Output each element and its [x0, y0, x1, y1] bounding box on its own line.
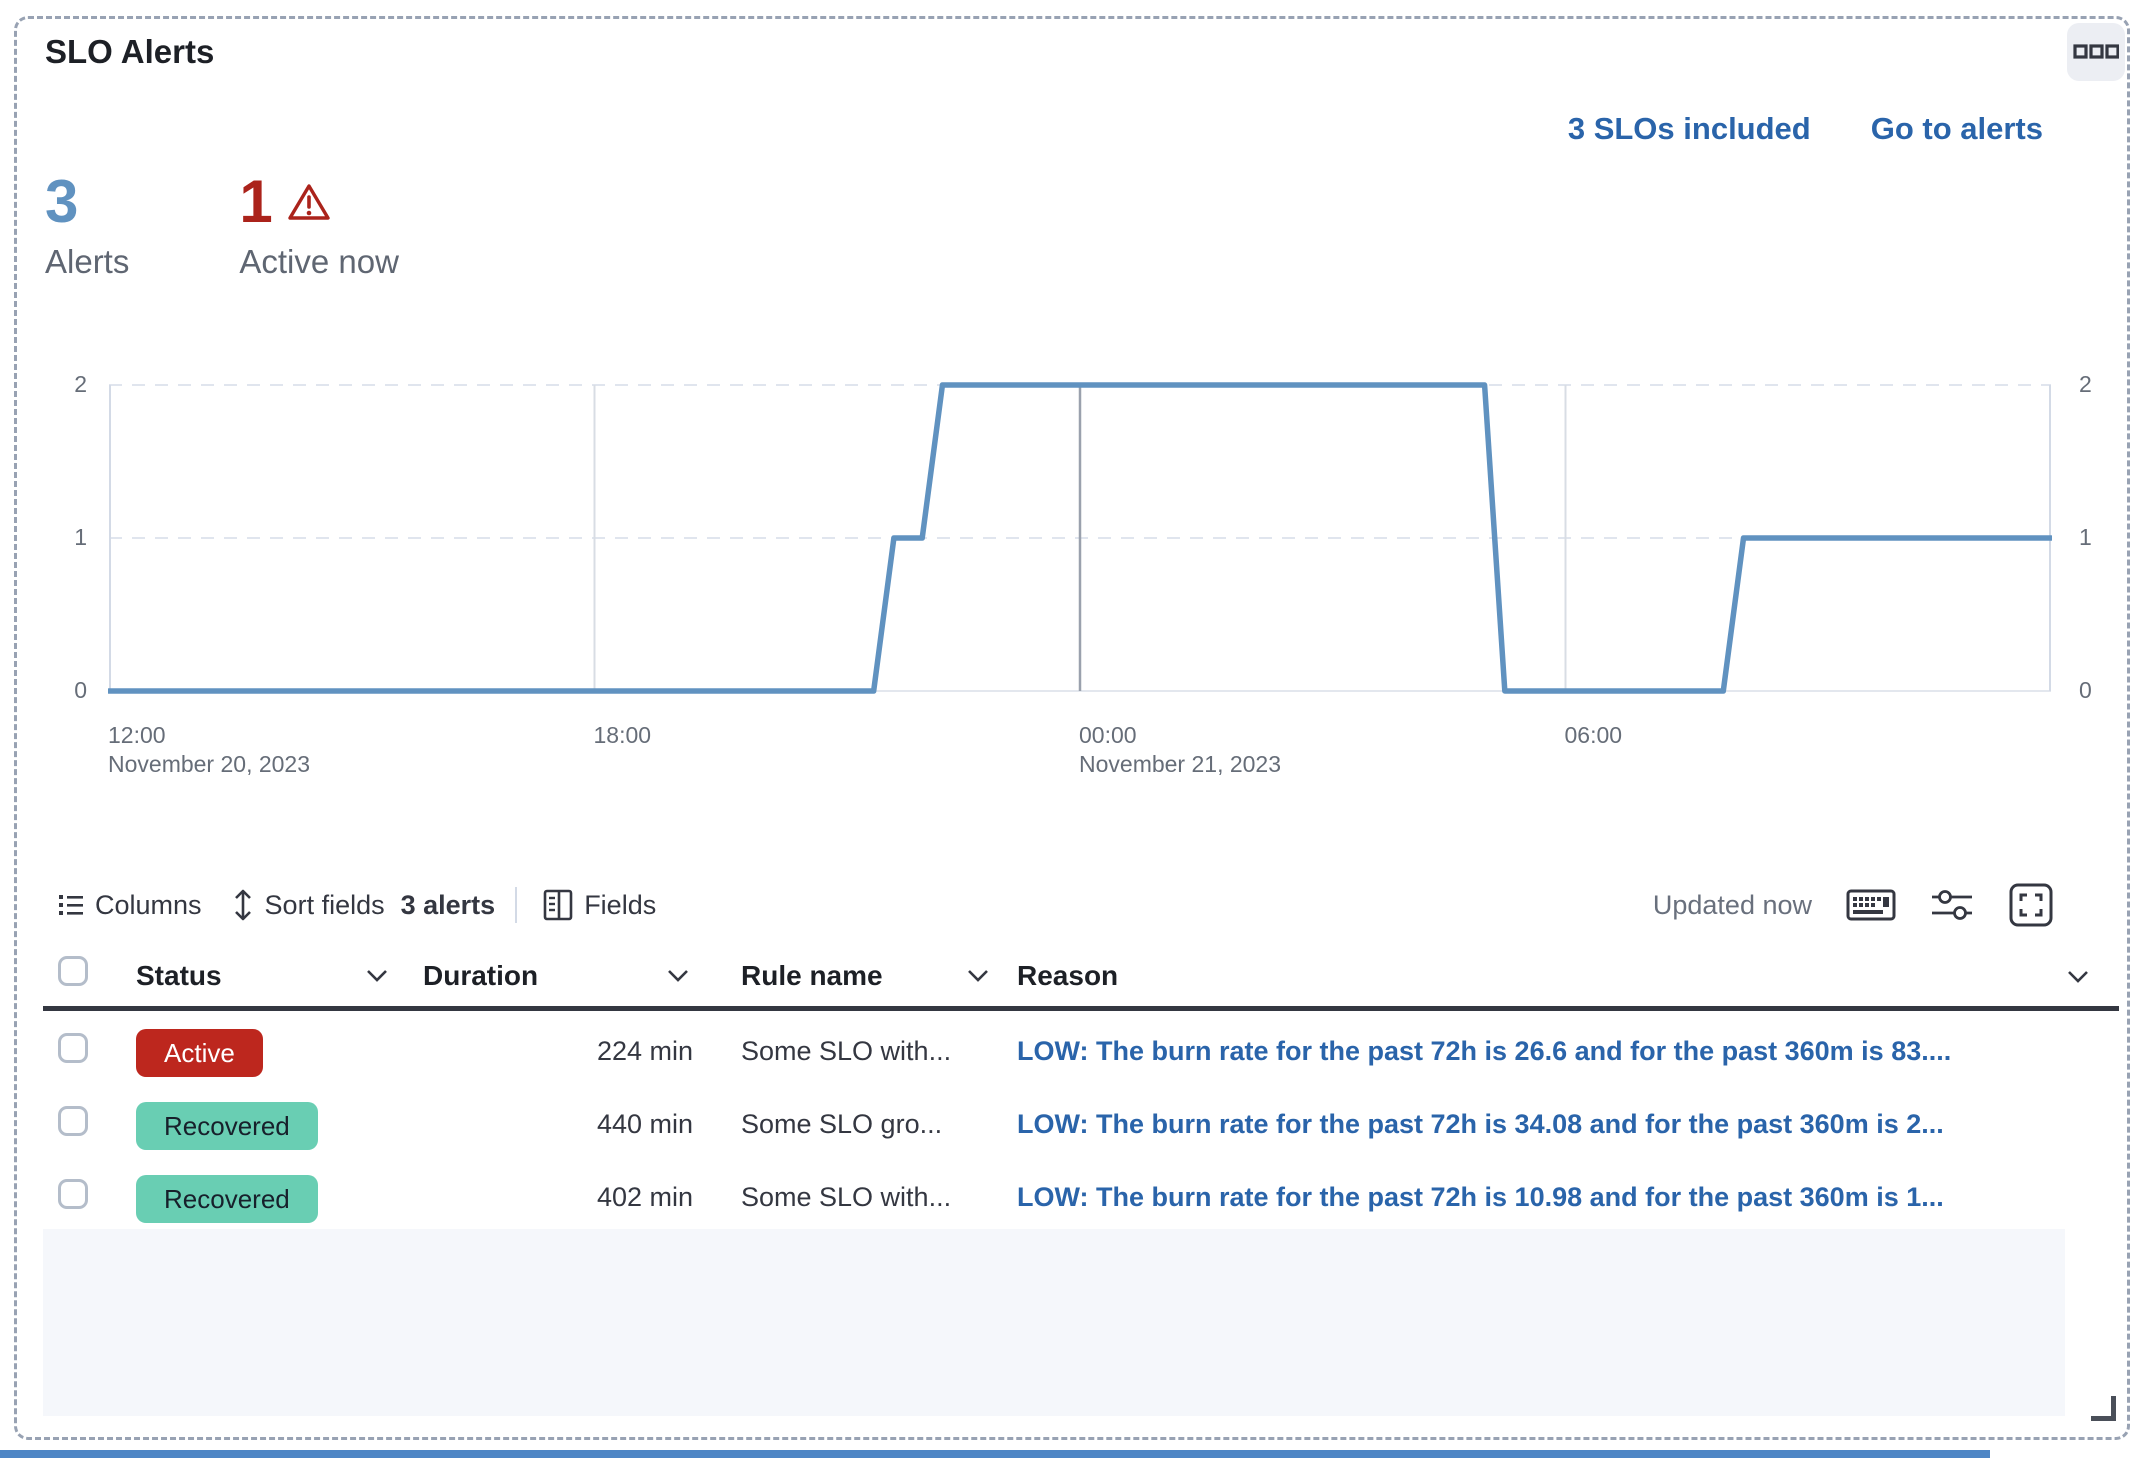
sort-fields-label: Sort fields	[265, 890, 385, 921]
rule-name-cell: Some SLO with...	[741, 1036, 1007, 1067]
chevron-down-icon[interactable]	[2067, 970, 2089, 984]
fields-label: Fields	[584, 890, 656, 921]
grid-toolbar-right: Updated now	[1653, 885, 2054, 925]
y-tick-label: 1	[47, 524, 87, 551]
column-header-duration[interactable]: Duration	[423, 960, 689, 992]
alerts-active-stat: 1 Active now	[239, 169, 399, 281]
alert-stats: 3 Alerts 1 Active now	[45, 169, 399, 281]
table-row: Recovered 402 min Some SLO with... LOW: The…	[43, 1171, 2119, 1229]
bottom-edge-divider	[0, 1450, 1990, 1458]
x-tick-label: 00:00November 21, 2023	[1079, 721, 1281, 779]
column-header-rule-name[interactable]: Rule name	[741, 960, 989, 992]
alerts-table-body: Active 224 min Some SLO with... LOW: The bu…	[43, 1025, 2119, 1229]
reason-link[interactable]: LOW: The burn rate for the past 72h is 2…	[1017, 1036, 2121, 1067]
keyboard-shortcuts-icon[interactable]	[1846, 887, 1896, 923]
y-tick-label: 2	[2079, 371, 2119, 398]
row-checkbox[interactable]	[58, 1106, 88, 1136]
slos-included-link[interactable]: 3 SLOs included	[1568, 111, 1811, 147]
chevron-down-icon[interactable]	[667, 969, 689, 983]
columns-label: Columns	[95, 890, 202, 921]
columns-icon	[58, 892, 84, 918]
chevron-down-icon[interactable]	[967, 969, 989, 983]
duration-cell: 402 min	[423, 1182, 693, 1213]
row-checkbox[interactable]	[58, 1179, 88, 1209]
panel-options-button[interactable]	[2067, 23, 2125, 81]
x-tick-label: 06:00	[1565, 721, 1623, 750]
toolbar-divider	[515, 887, 517, 923]
duration-cell: 440 min	[423, 1109, 693, 1140]
reason-link[interactable]: LOW: The burn rate for the past 72h is 3…	[1017, 1109, 2121, 1140]
column-header-reason[interactable]: Reason	[1017, 960, 1118, 992]
y-tick-label: 1	[2079, 524, 2119, 551]
status-badge: Recovered	[136, 1102, 318, 1150]
resize-handle[interactable]	[2091, 1396, 2116, 1421]
row-checkbox[interactable]	[58, 1033, 88, 1063]
column-header-status[interactable]: Status	[136, 960, 388, 992]
y-tick-label: 2	[47, 371, 87, 398]
alert-count-label: 3 alerts	[401, 890, 496, 921]
slo-alerts-panel: SLO Alerts 3 SLOs included Go to alerts …	[14, 16, 2130, 1440]
alerts-table-header: Status Duration Rule name Reason	[43, 948, 2119, 1011]
fields-button[interactable]: Fields	[543, 889, 656, 921]
panel-options-icon	[2073, 43, 2119, 61]
alerts-timeline-chart	[108, 380, 2052, 696]
grid-empty-area	[43, 1229, 2065, 1416]
sort-icon	[232, 888, 254, 922]
sort-fields-button[interactable]: Sort fields	[232, 888, 385, 922]
select-all-checkbox[interactable]	[58, 956, 88, 986]
table-row: Recovered 440 min Some SLO gro... LOW: The …	[43, 1098, 2119, 1171]
y-tick-label: 0	[2079, 677, 2119, 704]
status-badge: Recovered	[136, 1175, 318, 1223]
fullscreen-icon[interactable]	[2008, 882, 2054, 928]
alerts-total-stat: 3 Alerts	[45, 169, 129, 281]
status-badge: Active	[136, 1029, 263, 1077]
display-options-icon[interactable]	[1930, 887, 1974, 923]
x-tick-label: 12:00November 20, 2023	[108, 721, 310, 779]
x-tick-label: 18:00	[594, 721, 652, 750]
reason-link[interactable]: LOW: The burn rate for the past 72h is 1…	[1017, 1182, 2121, 1213]
rule-name-cell: Some SLO gro...	[741, 1109, 1007, 1140]
updated-status: Updated now	[1653, 890, 1812, 921]
alerts-total-value: 3	[45, 169, 129, 235]
grid-toolbar-left: Columns Sort fields 3 alerts	[58, 885, 656, 925]
alerts-total-label: Alerts	[45, 243, 129, 281]
warning-icon	[287, 182, 331, 222]
alerts-active-label: Active now	[239, 243, 399, 281]
go-to-alerts-link[interactable]: Go to alerts	[1871, 111, 2043, 147]
table-row: Active 224 min Some SLO with... LOW: The bu…	[43, 1025, 2119, 1098]
panel-header-links: 3 SLOs included Go to alerts	[1568, 111, 2043, 147]
y-tick-label: 0	[47, 677, 87, 704]
rule-name-cell: Some SLO with...	[741, 1182, 1007, 1213]
fields-icon	[543, 889, 573, 921]
panel-title: SLO Alerts	[45, 33, 214, 71]
chevron-down-icon[interactable]	[366, 969, 388, 983]
columns-button[interactable]: Columns	[58, 890, 202, 921]
duration-cell: 224 min	[423, 1036, 693, 1067]
alerts-active-value: 1	[239, 169, 272, 235]
